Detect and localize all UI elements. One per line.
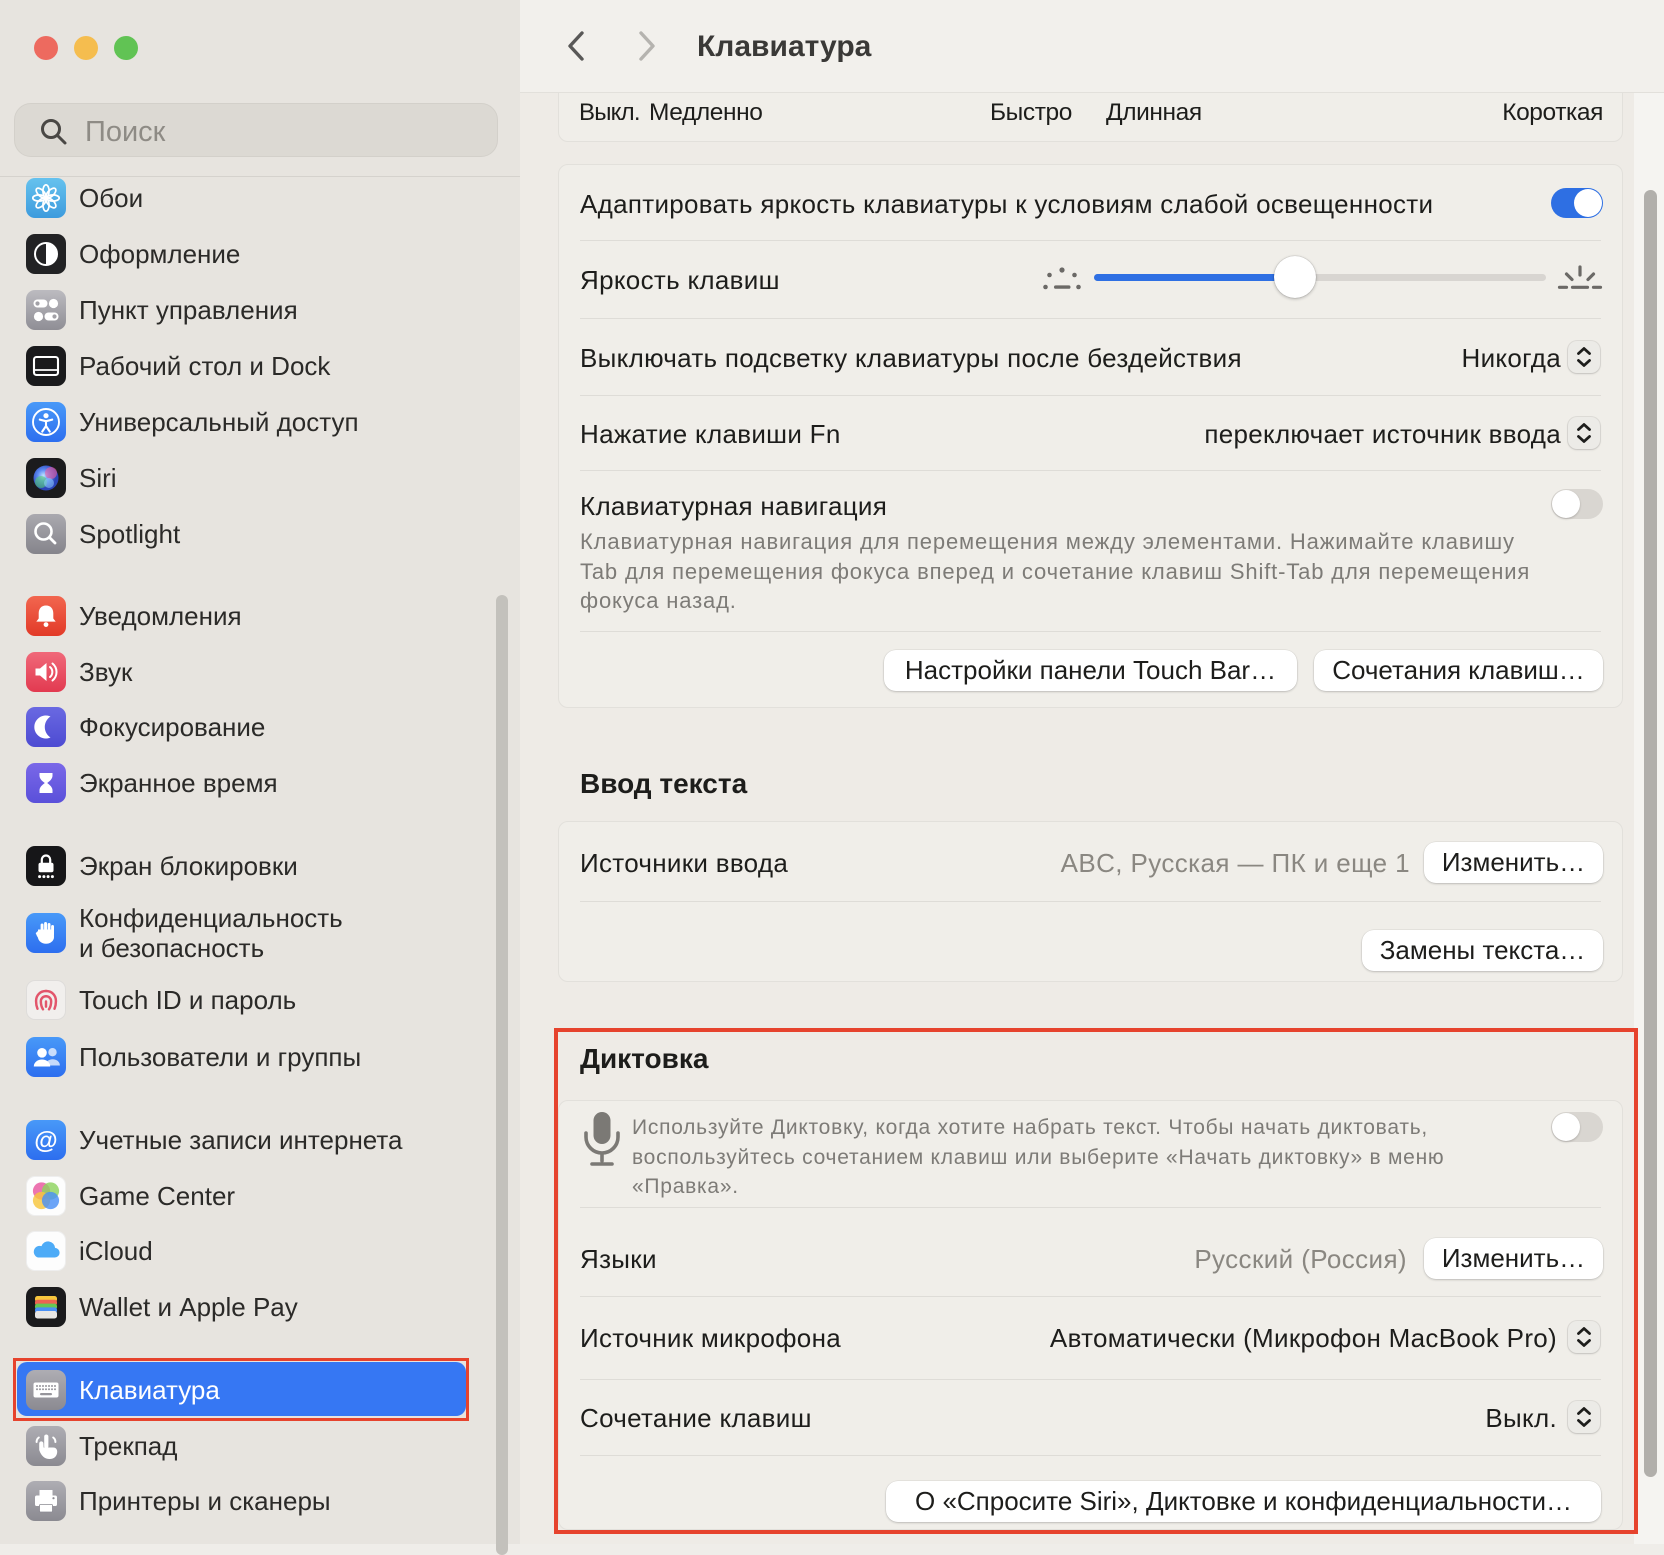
svg-text:@: @: [34, 1128, 57, 1155]
